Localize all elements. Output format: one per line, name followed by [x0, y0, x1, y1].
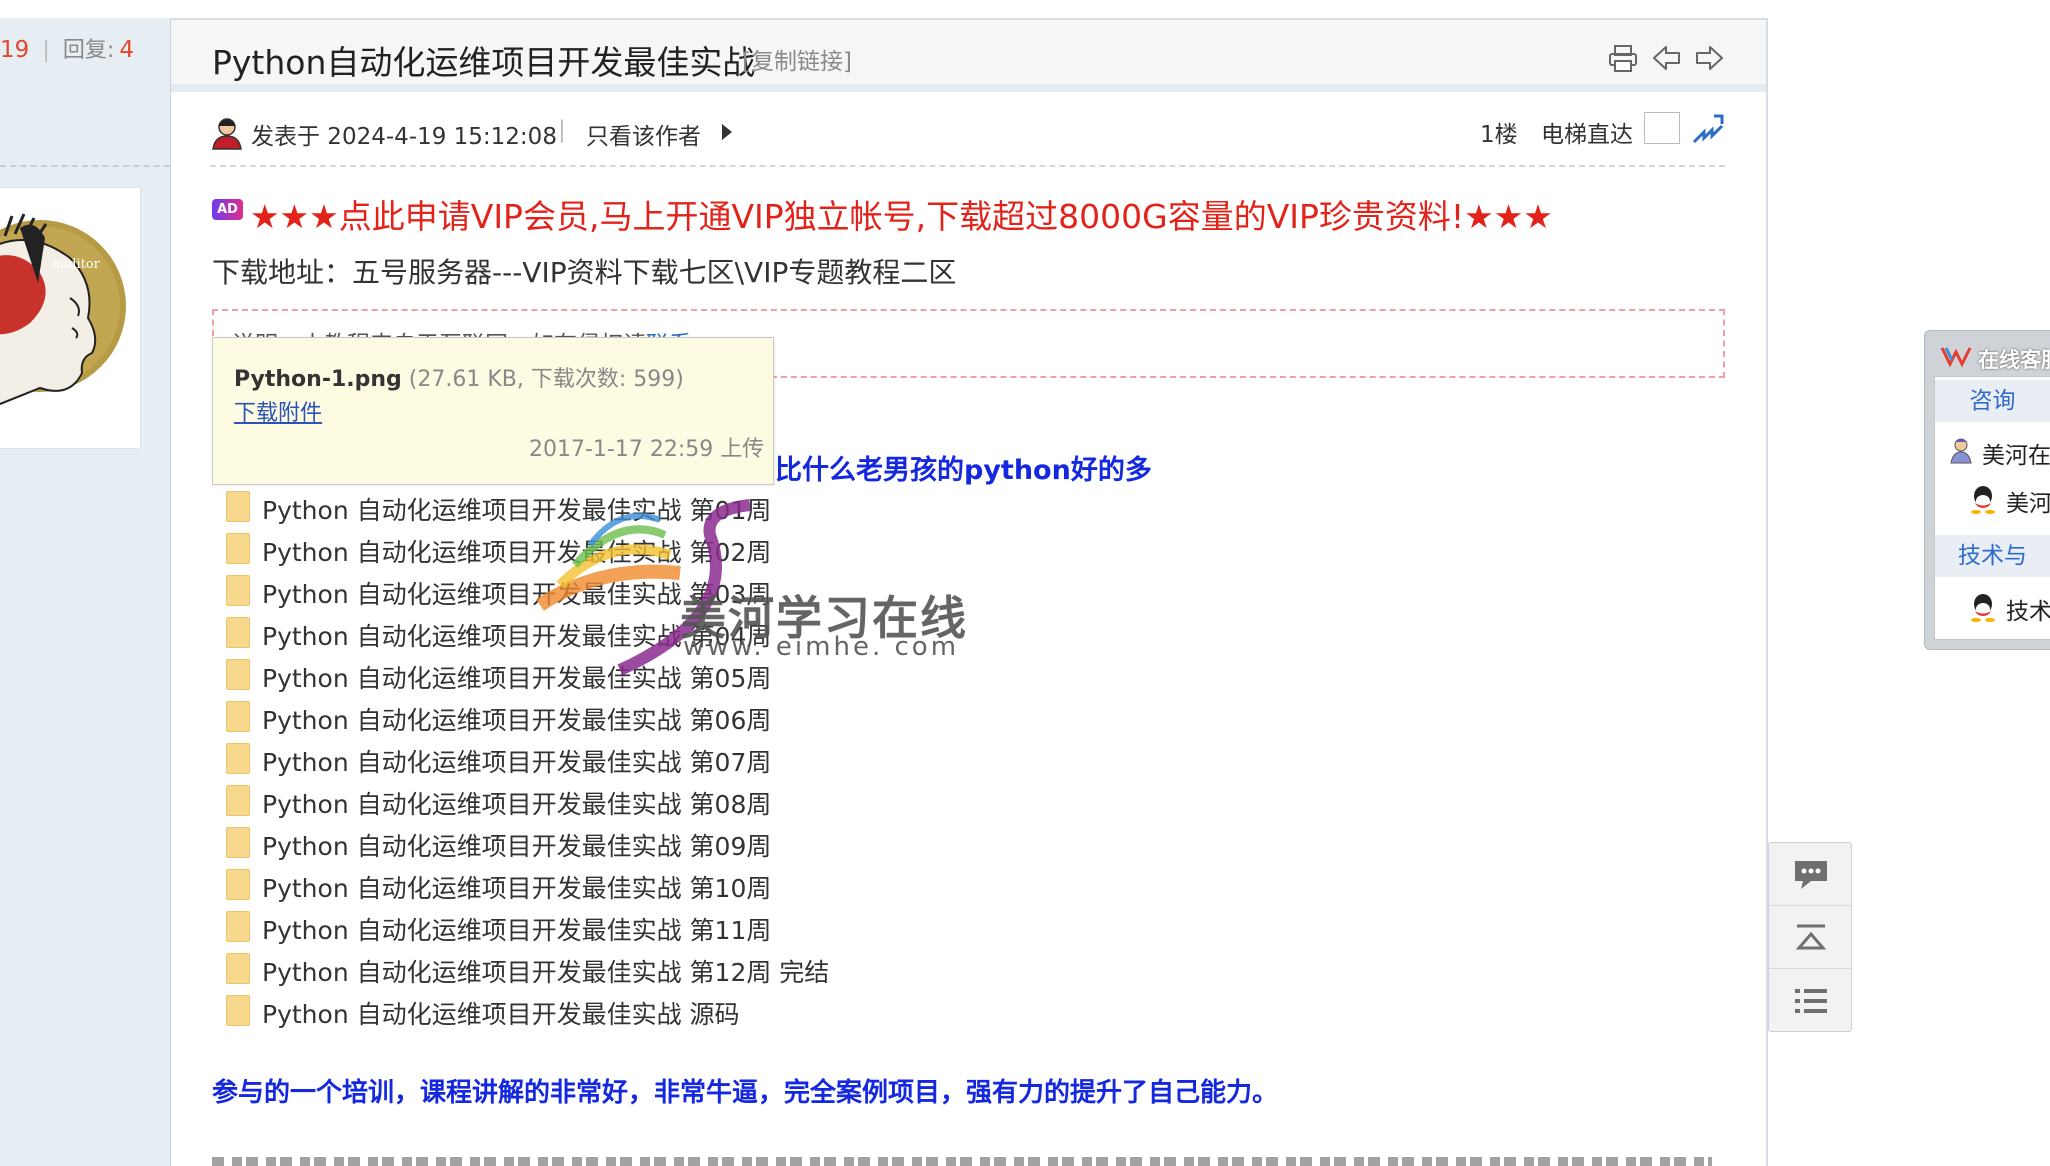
post-highlight: 比什么老男孩的python好的多	[775, 455, 1152, 486]
folder-name: Python 自动化运维项目开发最佳实战 第06周	[262, 706, 772, 735]
elevator-label: 电梯直达	[1541, 122, 1633, 148]
folder-icon	[226, 743, 250, 774]
download-address: 下载地址：五号服务器---VIP资料下载七区\VIP专题教程二区	[212, 256, 957, 289]
svg-text:auditor: auditor	[52, 257, 101, 272]
copy-link-button[interactable]: [复制链接]	[742, 42, 852, 76]
back-to-top-icon	[1795, 924, 1827, 950]
consult-agent-2[interactable]: 美河	[2006, 484, 2050, 518]
upload-date: 2017-1-17 22:59 上传	[529, 437, 765, 462]
consult-agent-1[interactable]: 美河在	[1982, 436, 2050, 470]
avatar-image: auditor	[0, 213, 126, 406]
qq-icon	[1971, 594, 1995, 622]
service-agent-icon	[1950, 438, 1972, 464]
folder-icon	[226, 827, 250, 858]
thread-stats: 19 | 回复: 4	[0, 18, 170, 94]
download-attachment-link[interactable]: 下载附件	[234, 395, 322, 427]
folder-name: Python 自动化运维项目开发最佳实战 第09周	[262, 832, 772, 861]
folder-name: Python 自动化运维项目开发最佳实战 第11周	[262, 916, 772, 945]
meta-separator: |	[558, 117, 566, 143]
folder-icon	[226, 953, 250, 984]
attachment-filename: Python-1.png	[234, 367, 402, 392]
attachment-info: Python-1.png (27.61 KB, 下载次数: 599)	[234, 361, 684, 393]
user-icon	[210, 116, 244, 154]
floor-jump-input[interactable]	[1644, 112, 1680, 144]
folder-icon	[226, 911, 250, 942]
service-logo-icon	[1940, 347, 1972, 368]
reply-icon	[1795, 861, 1827, 889]
tech-agent[interactable]: 技术	[2006, 592, 2050, 626]
truncated-text-line	[212, 1153, 1712, 1166]
reply-button[interactable]	[1769, 843, 1851, 906]
jump-icon[interactable]	[1690, 112, 1724, 150]
folder-icon	[226, 659, 250, 690]
post-review-text: 参与的一个培训，课程讲解的非常好，非常牛逼，完全案例项目，强有力的提升了自己能力…	[212, 1078, 1279, 1108]
floor-number: 1楼	[1480, 122, 1518, 148]
folder-icon	[226, 617, 250, 648]
consult-section[interactable]: 咨询	[1935, 380, 2050, 422]
folder-icon	[226, 869, 250, 900]
printer-icon[interactable]	[1607, 42, 1639, 78]
folder-name: Python 自动化运维项目开发最佳实战 第12周 完结	[262, 958, 830, 987]
post-time: 发表于 2024-4-19 15:12:08	[251, 124, 557, 150]
only-author-link[interactable]: 只看该作者	[586, 117, 701, 151]
view-count: 19	[0, 37, 30, 63]
folder-name: Python 自动化运维项目开发最佳实战 第08周	[262, 790, 772, 819]
caret-right-icon[interactable]	[722, 124, 732, 140]
folder-name: Python 自动化运维项目开发最佳实战 第10周	[262, 874, 772, 903]
online-service-title: 在线客服	[1978, 348, 2050, 372]
folder-icon	[226, 995, 250, 1026]
thread-title: Python自动化运维项目开发最佳实战	[212, 43, 756, 82]
list-icon	[1795, 989, 1827, 1013]
reply-count: 4	[119, 37, 135, 63]
prev-thread-icon[interactable]	[1652, 44, 1682, 76]
floating-toolbar	[1768, 842, 1852, 1032]
folder-icon	[226, 785, 250, 816]
folder-name: Python 自动化运维项目开发最佳实战 第07周	[262, 748, 772, 777]
tech-section[interactable]: 技术与	[1935, 535, 2050, 577]
stats-separator: |	[42, 38, 50, 63]
folder-icon	[226, 575, 250, 606]
replies-label: 回复:	[62, 38, 115, 63]
qq-icon	[1971, 486, 1995, 514]
author-divider	[0, 165, 170, 167]
folder-icon	[226, 701, 250, 732]
vip-ad-link[interactable]: ★★★点此申请VIP会员,马上开通VIP独立帐号,下载超过8000G容量的VIP…	[250, 190, 1553, 238]
back-to-top-button[interactable]	[1769, 906, 1851, 969]
next-thread-icon[interactable]	[1694, 44, 1724, 76]
ad-badge: AD	[212, 199, 243, 220]
attachment-meta: (27.61 KB, 下载次数: 599)	[401, 367, 684, 392]
meta-divider	[210, 165, 1725, 167]
folder-icon	[226, 491, 250, 522]
author-avatar[interactable]: auditor	[0, 187, 141, 449]
list-button[interactable]	[1769, 969, 1851, 1031]
folder-icon	[226, 533, 250, 564]
watermark-url: www. eimhe. com	[683, 632, 960, 662]
folder-name: Python 自动化运维项目开发最佳实战 源码	[262, 1000, 740, 1029]
